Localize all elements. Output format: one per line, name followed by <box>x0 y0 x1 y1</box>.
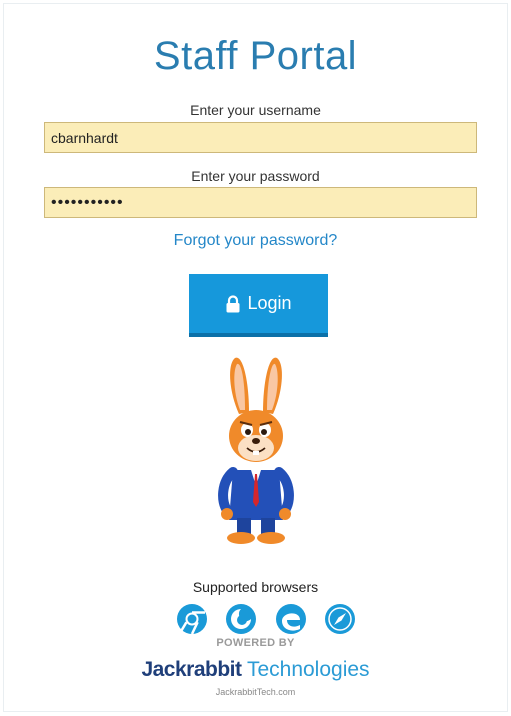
browser-icons <box>176 603 356 635</box>
brand-name-bold: Jackrabbit <box>141 658 242 681</box>
jackrabbit-mascot <box>218 357 294 544</box>
chrome-icon[interactable] <box>176 603 208 635</box>
edge-icon[interactable] <box>275 603 307 635</box>
powered-by-label: POWERED BY <box>216 637 295 649</box>
safari-icon[interactable] <box>324 603 356 635</box>
forgot-password-link[interactable]: Forgot your password? <box>0 232 511 250</box>
brand-url: JackrabbitTech.com <box>215 687 296 697</box>
username-label: Enter your username <box>190 102 321 118</box>
login-button[interactable]: Login <box>189 274 328 337</box>
login-button-label: Login <box>247 293 292 313</box>
supported-browsers-label: Supported browsers <box>192 579 319 595</box>
password-label: Enter your password <box>191 168 320 184</box>
brand-logo: Jackrabbit Technologies <box>0 658 511 682</box>
username-field[interactable] <box>44 122 477 153</box>
brand-name-light: Technologies <box>241 658 370 681</box>
firefox-icon[interactable] <box>225 603 257 635</box>
password-field[interactable] <box>44 187 477 218</box>
page-title: Staff Portal <box>153 34 358 78</box>
lock-icon <box>226 294 240 312</box>
